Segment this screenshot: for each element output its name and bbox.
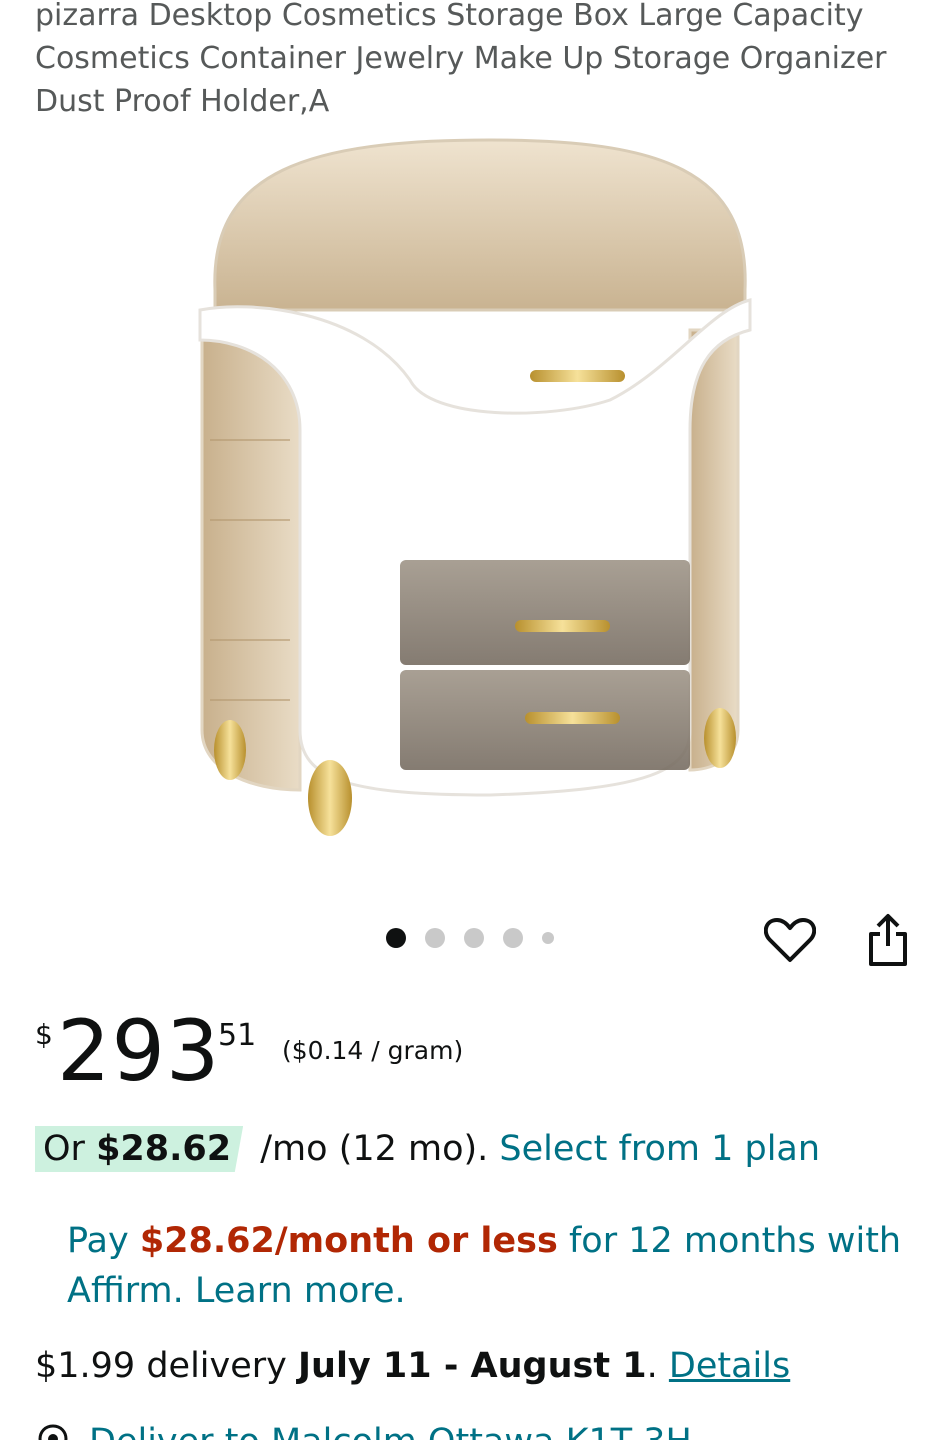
affirm-offer-link[interactable]: Pay $28.62/month or less for 12 months w… <box>67 1216 907 1316</box>
installment-suffix: /mo (12 mo). <box>249 1129 500 1169</box>
select-plan-link[interactable]: Select from 1 plan <box>499 1129 820 1169</box>
unit-price: ($0.14 / gram) <box>282 1036 464 1065</box>
affirm-highlight: $28.62/month or less <box>139 1221 558 1261</box>
carousel-dot[interactable] <box>542 932 554 944</box>
installment-badge: Or $28.62 <box>35 1126 244 1172</box>
carousel-dot[interactable] <box>425 928 445 948</box>
product-title: pizarra Desktop Cosmetics Storage Box La… <box>35 0 887 119</box>
delivery-dates: July 11 - August 1 <box>298 1346 647 1386</box>
deliver-to-text: Deliver to Malcolm Ottawa K1T 3H... <box>89 1422 725 1440</box>
delivery-price: $1.99 delivery <box>35 1346 298 1386</box>
carousel-dot[interactable] <box>503 928 523 948</box>
affirm-pre: Pay <box>67 1221 140 1261</box>
price-fraction: 51 <box>218 1018 257 1053</box>
deliver-to-link[interactable]: Deliver to Malcolm Ottawa K1T 3H... <box>35 1422 725 1440</box>
carousel-dot[interactable] <box>386 928 406 948</box>
location-pin-icon <box>38 1424 68 1440</box>
delivery-sep: . <box>646 1346 669 1386</box>
heart-icon <box>764 918 816 962</box>
wishlist-button[interactable] <box>762 912 818 968</box>
share-icon <box>869 914 907 966</box>
delivery-details-link[interactable]: Details <box>669 1346 790 1386</box>
carousel-dot[interactable] <box>464 928 484 948</box>
installment-amount: $28.62 <box>96 1129 232 1169</box>
installment-offer: Or $28.62 /mo (12 mo). Select from 1 pla… <box>35 1126 820 1172</box>
share-button[interactable] <box>860 910 916 970</box>
product-image[interactable] <box>190 130 770 850</box>
image-carousel-dots[interactable] <box>386 928 573 948</box>
delivery-info: $1.99 delivery July 11 - August 1. Detai… <box>35 1346 790 1386</box>
installment-prefix: Or <box>43 1129 97 1169</box>
price-currency: $ <box>35 1018 53 1051</box>
price-whole: 293 <box>57 1002 221 1100</box>
